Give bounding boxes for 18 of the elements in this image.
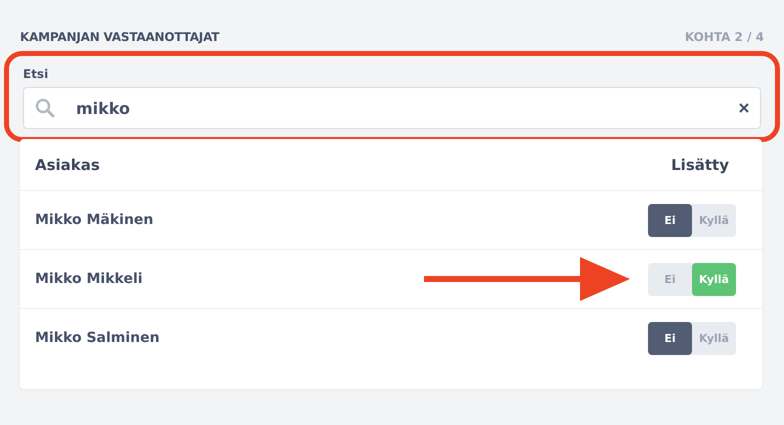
column-header: Asiakas [35, 156, 100, 174]
customer-name: Mikko Mikkeli [35, 271, 143, 287]
toggle-option[interactable]: Ei [648, 204, 692, 236]
toggle-option[interactable]: Ei [648, 262, 692, 296]
clear-button[interactable] [739, 103, 749, 113]
search-icon [35, 98, 55, 118]
customer-name: Mikko Mäkinen [35, 212, 154, 228]
step-indicator: KOHTA 2 / 4 [684, 30, 764, 44]
search-field[interactable]: mikko [23, 87, 761, 129]
toggle-option[interactable]: Ei [648, 322, 692, 354]
close-icon [739, 103, 749, 113]
column-header: Lisätty [671, 156, 729, 174]
search-label: Etsi [23, 67, 48, 81]
customer-name: Mikko Salminen [35, 330, 160, 346]
toggle-option[interactable]: Kyllä [692, 204, 736, 236]
toggle-option[interactable]: Kyllä [692, 322, 736, 354]
section-title: KAMPANJAN VASTAANOTTAJAT [20, 30, 220, 44]
toggle-option[interactable]: Kyllä [692, 262, 736, 296]
